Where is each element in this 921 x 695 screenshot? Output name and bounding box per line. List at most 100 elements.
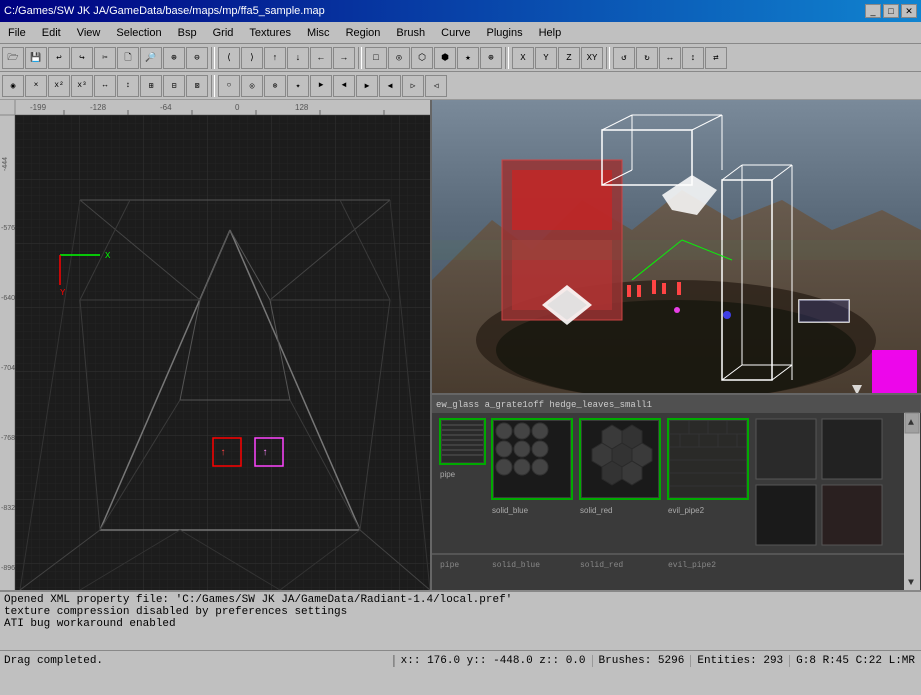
- toolbar1-btn-15[interactable]: →: [333, 47, 355, 69]
- menu-item-view[interactable]: View: [69, 22, 109, 43]
- svg-text:-444: -444: [2, 157, 9, 171]
- svg-text:0: 0: [235, 103, 240, 112]
- toolbar2-btn-17[interactable]: ◀: [379, 75, 401, 97]
- toolbar2-btn-8[interactable]: ⊠: [186, 75, 208, 97]
- log-line-1: Opened XML property file: 'C:/Games/SW J…: [4, 594, 917, 606]
- toolbar2-btn-7[interactable]: ⊟: [163, 75, 185, 97]
- toolbar1-btn-3[interactable]: ↪: [71, 47, 93, 69]
- svg-text:↑: ↑: [220, 448, 226, 459]
- svg-text:solid_red: solid_red: [580, 506, 612, 515]
- svg-text:128: 128: [295, 103, 309, 112]
- toolbar-2: ◉×x²x³↔↕⊞⊟⊠ ○◎⊗✦►◄▶◀▷◁: [0, 72, 921, 100]
- svg-text:-832: -832: [1, 505, 15, 512]
- view-right: ew_glass a_grate1off hedge_leaves_small1…: [432, 100, 921, 590]
- window-controls: _ □ ✕: [865, 4, 917, 18]
- texture-browser-svg: ew_glass a_grate1off hedge_leaves_small1…: [432, 395, 921, 590]
- menu-item-edit[interactable]: Edit: [34, 22, 69, 43]
- toolbar1-btn-6[interactable]: 🔎: [140, 47, 162, 69]
- toolbar2-btn-19[interactable]: ◁: [425, 75, 447, 97]
- toolbar1-btn-29[interactable]: ↺: [613, 47, 635, 69]
- svg-text:▲: ▲: [908, 418, 914, 429]
- toolbar2-btn-18[interactable]: ▷: [402, 75, 424, 97]
- toolbar2-btn-15[interactable]: ◄: [333, 75, 355, 97]
- toolbar1-btn-12[interactable]: ↑: [264, 47, 286, 69]
- svg-text:-704: -704: [1, 365, 15, 372]
- toolbar2-btn-3[interactable]: x³: [71, 75, 93, 97]
- toolbar1-btn-18[interactable]: ◎: [388, 47, 410, 69]
- svg-text:-768: -768: [1, 435, 15, 442]
- svg-text:ew_glass a_grate1off hedge_l: ew_glass a_grate1off hedge_leaves_small1: [436, 400, 652, 410]
- toolbar1-btn-24[interactable]: X: [512, 47, 534, 69]
- toolbar1-btn-14[interactable]: ←: [310, 47, 332, 69]
- toolbar2-btn-1[interactable]: ×: [25, 75, 47, 97]
- toolbar1-btn-0[interactable]: 🗁: [2, 47, 24, 69]
- close-button[interactable]: ✕: [901, 4, 917, 18]
- toolbar1-btn-4[interactable]: ✂: [94, 47, 116, 69]
- toolbar1-btn-21[interactable]: ★: [457, 47, 479, 69]
- toolbar1-btn-33[interactable]: ⇄: [705, 47, 727, 69]
- menu-item-curve[interactable]: Curve: [433, 22, 478, 43]
- toolbar1-btn-26[interactable]: Z: [558, 47, 580, 69]
- minimize-button[interactable]: _: [865, 4, 881, 18]
- maximize-button[interactable]: □: [883, 4, 899, 18]
- toolbar-separator: [505, 47, 509, 69]
- toolbar1-btn-11[interactable]: ⟩: [241, 47, 263, 69]
- bottom-status-bar: Drag completed. x:: 176.0 y:: -448.0 z::…: [0, 650, 921, 670]
- svg-text:solid_blue: solid_blue: [492, 506, 529, 515]
- view-2d[interactable]: -199 -128 -64 0 128 -444 -576 -640 -704 …: [0, 100, 432, 590]
- menu-item-plugins[interactable]: Plugins: [479, 22, 531, 43]
- toolbar1-btn-1[interactable]: 💾: [25, 47, 47, 69]
- toolbar1-btn-27[interactable]: XY: [581, 47, 603, 69]
- toolbar1-btn-31[interactable]: ↔: [659, 47, 681, 69]
- toolbar1-btn-10[interactable]: ⟨: [218, 47, 240, 69]
- toolbar1-btn-8[interactable]: ⊖: [186, 47, 208, 69]
- svg-text:-199: -199: [30, 103, 47, 112]
- view-3d[interactable]: [432, 100, 921, 395]
- toolbar2-btn-16[interactable]: ▶: [356, 75, 378, 97]
- title-bar: C:/Games/SW JK JA/GameData/base/maps/mp/…: [0, 0, 921, 22]
- entities-count: Entities: 293: [690, 655, 789, 667]
- toolbar1-btn-7[interactable]: ⊕: [163, 47, 185, 69]
- texture-browser[interactable]: ew_glass a_grate1off hedge_leaves_small1…: [432, 395, 921, 590]
- menu-item-textures[interactable]: Textures: [241, 22, 299, 43]
- svg-text:pipe: pipe: [440, 561, 459, 570]
- drag-status: Drag completed.: [0, 655, 393, 667]
- toolbar2-btn-12[interactable]: ⊗: [264, 75, 286, 97]
- menu-item-bsp[interactable]: Bsp: [170, 22, 205, 43]
- menu-item-misc[interactable]: Misc: [299, 22, 338, 43]
- toolbar2-btn-4[interactable]: ↔: [94, 75, 116, 97]
- menu-item-brush[interactable]: Brush: [388, 22, 433, 43]
- menu-item-help[interactable]: Help: [531, 22, 570, 43]
- toolbar1-btn-25[interactable]: Y: [535, 47, 557, 69]
- toolbar2-btn-11[interactable]: ◎: [241, 75, 263, 97]
- toolbar1-btn-19[interactable]: ⬡: [411, 47, 433, 69]
- toolbar1-btn-13[interactable]: ↓: [287, 47, 309, 69]
- toolbar2-btn-2[interactable]: x²: [48, 75, 70, 97]
- menu-item-grid[interactable]: Grid: [205, 22, 242, 43]
- toolbar1-btn-2[interactable]: ↩: [48, 47, 70, 69]
- status-right: x:: 176.0 y:: -448.0 z:: 0.0 Brushes: 52…: [393, 655, 921, 667]
- menu-item-selection[interactable]: Selection: [108, 22, 169, 43]
- toolbar2-btn-0[interactable]: ◉: [2, 75, 24, 97]
- toolbar1-btn-5[interactable]: 🗋: [117, 47, 139, 69]
- menu-item-region[interactable]: Region: [338, 22, 389, 43]
- svg-text:▼: ▼: [908, 578, 914, 589]
- toolbar2-btn-5[interactable]: ↕: [117, 75, 139, 97]
- log-line-2: texture compression disabled by preferen…: [4, 606, 917, 618]
- toolbar2-separator: [211, 75, 215, 97]
- toolbar2-btn-10[interactable]: ○: [218, 75, 240, 97]
- toolbar1-btn-20[interactable]: ⬢: [434, 47, 456, 69]
- menu-item-file[interactable]: File: [0, 22, 34, 43]
- toolbar1-btn-32[interactable]: ↕: [682, 47, 704, 69]
- toolbar2-btn-6[interactable]: ⊞: [140, 75, 162, 97]
- toolbar1-btn-17[interactable]: □: [365, 47, 387, 69]
- log-line-3: ATI bug workaround enabled: [4, 618, 917, 630]
- toolbar2-btn-13[interactable]: ✦: [287, 75, 309, 97]
- toolbar1-btn-30[interactable]: ↻: [636, 47, 658, 69]
- svg-text:solid_red: solid_red: [580, 561, 623, 570]
- svg-text:evil_pipe2: evil_pipe2: [668, 506, 705, 515]
- grid-info: G:8 R:45 C:22 L:MR: [789, 655, 921, 667]
- toolbar-separator: [358, 47, 362, 69]
- toolbar1-btn-22[interactable]: ⊕: [480, 47, 502, 69]
- toolbar2-btn-14[interactable]: ►: [310, 75, 332, 97]
